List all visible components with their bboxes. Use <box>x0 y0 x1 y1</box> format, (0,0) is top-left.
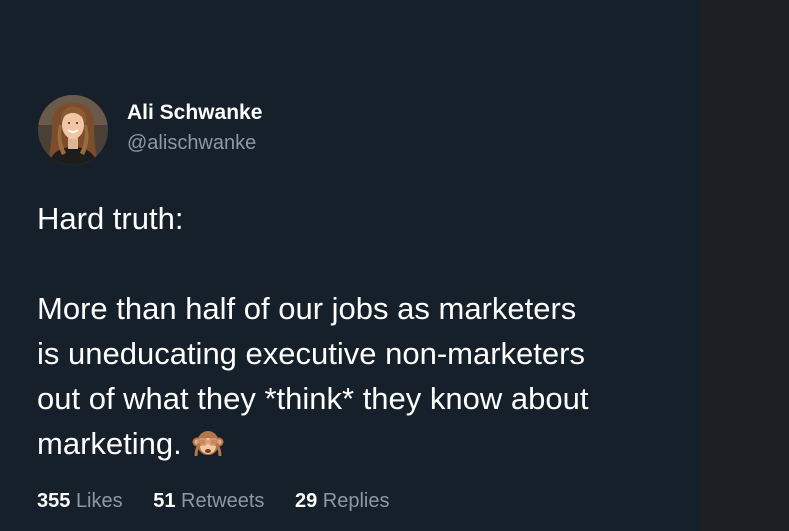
tweet-text-line: Hard truth: <box>37 201 184 236</box>
tweet-stats: 355 Likes 51 Retweets 29 Replies <box>37 490 414 513</box>
profile-photo-icon <box>38 95 108 165</box>
replies-count: 29 <box>294 490 318 512</box>
see-no-evil-monkey-icon <box>192 427 224 472</box>
tweet-text-line: is uneducating executive non-marketers <box>37 336 585 371</box>
tweet-text: Hard truth: More than half of our jobs a… <box>37 196 687 466</box>
retweets-label: Retweets <box>181 490 265 512</box>
retweets-count: 51 <box>153 490 176 512</box>
replies-stat[interactable]: 29 Replies <box>295 490 390 513</box>
tweet-card: Ali Schwanke @alischwanke Hard truth: Mo… <box>0 0 700 531</box>
likes-stat[interactable]: 355 Likes <box>37 490 123 513</box>
tweet-text-line: marketing. <box>37 426 182 461</box>
likes-count: 355 <box>37 490 71 512</box>
tweet-text-line: out of what they *think* they know about <box>37 381 589 416</box>
retweets-stat[interactable]: 51 Retweets <box>153 490 264 513</box>
replies-label: Replies <box>322 490 390 512</box>
tweet-text-line: More than half of our jobs as marketers <box>37 291 577 326</box>
side-panel <box>700 0 789 531</box>
likes-label: Likes <box>75 490 123 512</box>
author-name[interactable]: Ali Schwanke <box>127 101 262 125</box>
author-handle[interactable]: @alischwanke <box>127 132 256 155</box>
tweet-text-last-line: marketing. <box>37 421 687 466</box>
author-avatar[interactable] <box>38 95 108 165</box>
